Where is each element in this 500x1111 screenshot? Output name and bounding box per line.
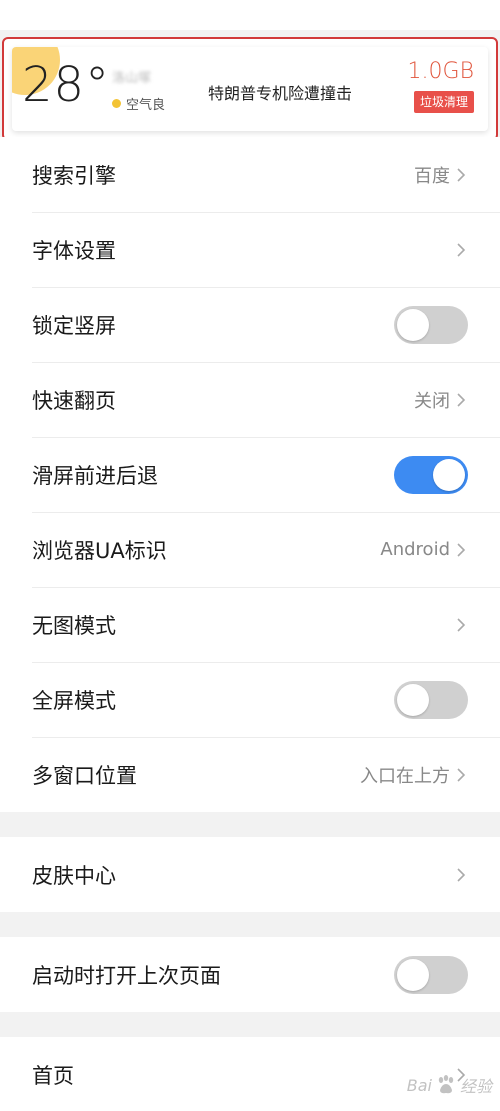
toggle-knob <box>397 958 429 991</box>
setting-label: 浏览器UA标识 <box>32 538 167 563</box>
baidu-watermark: Bai 经验 <box>407 1073 492 1097</box>
toggle-knob <box>433 458 465 491</box>
settings-group-skin: 皮肤中心 <box>0 837 500 912</box>
chevron-right-icon <box>454 867 468 882</box>
watermark-text-left: Bai <box>406 1075 432 1095</box>
air-quality-label: 空气良 <box>126 98 166 113</box>
setting-label: 无图模式 <box>32 613 116 638</box>
settings-group-main: 搜索引擎 百度 字体设置 锁定竖屏 快速翻页 关闭 滑屏前进后退 浏览器UA标识… <box>0 137 500 812</box>
temperature: 28° <box>22 57 111 113</box>
setting-restore-last: 启动时打开上次页面 <box>0 937 500 1012</box>
setting-ua[interactable]: 浏览器UA标识 Android <box>0 512 500 587</box>
junk-clean-button[interactable]: 垃圾清理 <box>413 91 474 113</box>
setting-search-engine[interactable]: 搜索引擎 百度 <box>0 137 500 212</box>
setting-lock-portrait: 锁定竖屏 <box>0 287 500 362</box>
chevron-right-icon <box>454 392 468 407</box>
chevron-right-icon <box>454 242 468 257</box>
setting-fast-page-turn[interactable]: 快速翻页 关闭 <box>0 362 500 437</box>
chevron-right-icon <box>454 767 468 782</box>
lock-portrait-toggle[interactable] <box>394 305 468 344</box>
top-strip <box>0 0 500 30</box>
watermark-text-right: 经验 <box>459 1077 492 1096</box>
baidu-paw-logo-icon <box>434 1073 458 1097</box>
chevron-right-icon <box>454 167 468 182</box>
setting-no-image[interactable]: 无图模式 <box>0 587 500 662</box>
restore-last-toggle[interactable] <box>394 955 468 994</box>
setting-value: Android <box>380 539 450 560</box>
news-headline[interactable]: 特朗普专机险遭撞击 <box>208 80 352 104</box>
setting-label: 搜索引擎 <box>32 163 116 188</box>
setting-multi-window[interactable]: 多窗口位置 入口在上方 <box>0 737 500 812</box>
setting-value: 关闭 <box>414 390 450 412</box>
toggle-knob <box>397 683 429 716</box>
air-quality: 空气良 <box>112 94 165 113</box>
setting-label: 锁定竖屏 <box>32 313 116 338</box>
setting-label: 滑屏前进后退 <box>32 463 158 488</box>
weather-card-highlight: 28° 洛山塚 空气良 特朗普专机险遭撞击 1.0GB 垃圾清理 <box>2 37 498 141</box>
setting-swipe-nav: 滑屏前进后退 <box>0 437 500 512</box>
fullscreen-toggle[interactable] <box>394 680 468 719</box>
setting-label: 字体设置 <box>32 238 116 263</box>
setting-label: 多窗口位置 <box>32 763 137 788</box>
setting-label: 快速翻页 <box>32 388 116 413</box>
setting-label: 启动时打开上次页面 <box>32 963 221 988</box>
air-quality-dot-icon <box>112 99 121 108</box>
settings-group-startup: 启动时打开上次页面 <box>0 937 500 1012</box>
setting-skin-center[interactable]: 皮肤中心 <box>0 837 500 912</box>
setting-label: 全屏模式 <box>32 688 116 713</box>
setting-fullscreen: 全屏模式 <box>0 662 500 737</box>
setting-value: 入口在上方 <box>360 765 450 787</box>
setting-label: 首页 <box>32 1063 74 1088</box>
setting-value: 百度 <box>414 165 450 187</box>
toggle-knob <box>397 308 429 341</box>
weather-card[interactable]: 28° 洛山塚 空气良 特朗普专机险遭撞击 1.0GB 垃圾清理 <box>12 47 488 131</box>
setting-font[interactable]: 字体设置 <box>0 212 500 287</box>
storage-size: 1.0GB <box>407 59 474 84</box>
city-name: 洛山塚 <box>112 71 152 86</box>
setting-label: 皮肤中心 <box>32 863 116 888</box>
chevron-right-icon <box>454 617 468 632</box>
swipe-nav-toggle[interactable] <box>394 455 468 494</box>
chevron-right-icon <box>454 542 468 557</box>
